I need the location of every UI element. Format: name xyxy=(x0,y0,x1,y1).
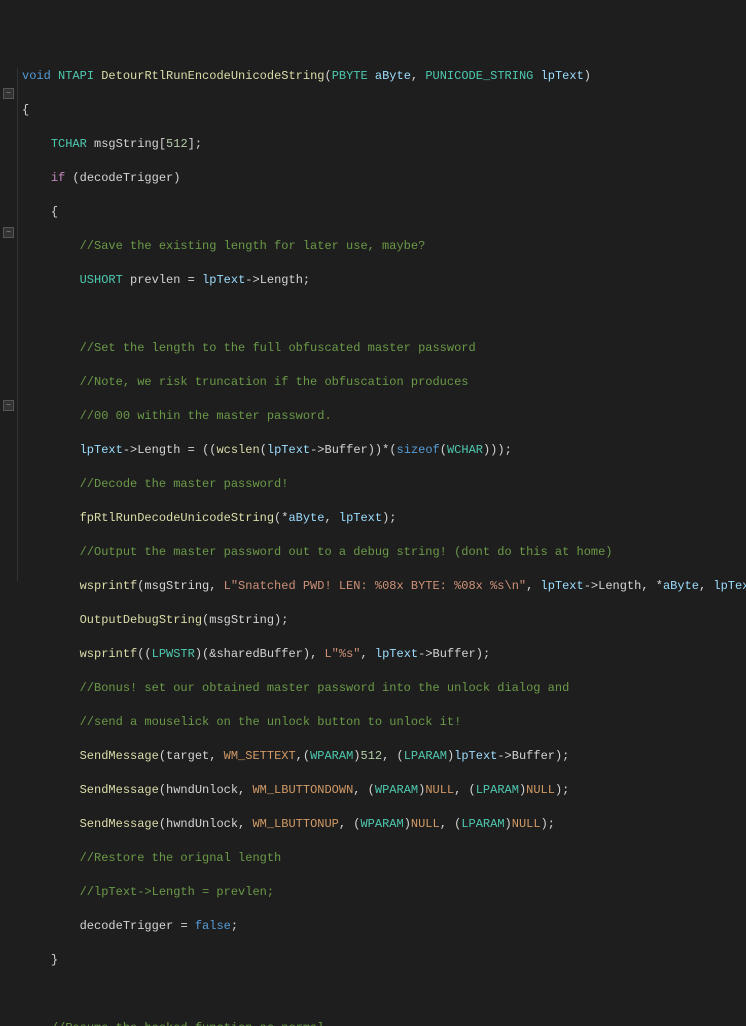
code-line: if (decodeTrigger) xyxy=(22,170,746,187)
comment: //Note, we risk truncation if the obfusc… xyxy=(80,375,469,389)
code-line: USHORT prevlen = lpText->Length; xyxy=(22,272,746,289)
code-line: TCHAR msgString[512]; xyxy=(22,136,746,153)
code-line: wsprintf((LPWSTR)(&sharedBuffer), L"%s",… xyxy=(22,646,746,663)
code-line: //send a mouselick on the unlock button … xyxy=(22,714,746,731)
keyword: if xyxy=(51,171,65,185)
code-line: SendMessage(hwndUnlock, WM_LBUTTONUP, (W… xyxy=(22,816,746,833)
code-line: //Output the master password out to a de… xyxy=(22,544,746,561)
code-line: OutputDebugString(msgString); xyxy=(22,612,746,629)
type: PUNICODE_STRING xyxy=(425,69,533,83)
param: lpText xyxy=(541,69,584,83)
type: USHORT xyxy=(80,273,123,287)
code-editor: − − − void NTAPI DetourRtlRunEncodeUnico… xyxy=(0,68,746,581)
code-line: { xyxy=(22,102,746,119)
comment: //Restore the orignal length xyxy=(80,851,282,865)
comment: //Resume the hooked function as normal xyxy=(51,1021,325,1026)
comment: //lpText->Length = prevlen; xyxy=(80,885,274,899)
code-line: wsprintf(msgString, L"Snatched PWD! LEN:… xyxy=(22,578,746,595)
fold-gutter: − − − xyxy=(0,68,18,581)
comment: //Output the master password out to a de… xyxy=(80,545,613,559)
code-line: //Bonus! set our obtained master passwor… xyxy=(22,680,746,697)
code-line: { xyxy=(22,204,746,221)
code-line: //00 00 within the master password. xyxy=(22,408,746,425)
code-line: //Save the existing length for later use… xyxy=(22,238,746,255)
comment: //Bonus! set our obtained master passwor… xyxy=(80,681,570,695)
code-line xyxy=(22,306,746,323)
code-line: //lpText->Length = prevlen; xyxy=(22,884,746,901)
code-line: lpText->Length = ((wcslen(lpText->Buffer… xyxy=(22,442,746,459)
param: aByte xyxy=(375,69,411,83)
comment: //00 00 within the master password. xyxy=(80,409,332,423)
type: NTAPI xyxy=(58,69,94,83)
function-name: DetourRtlRunEncodeUnicodeString xyxy=(101,69,324,83)
type: TCHAR xyxy=(51,137,87,151)
fold-marker[interactable]: − xyxy=(3,227,14,238)
code-line: //Set the length to the full obfuscated … xyxy=(22,340,746,357)
comment: //Decode the master password! xyxy=(80,477,289,491)
comment: //send a mouselick on the unlock button … xyxy=(80,715,462,729)
code-line: decodeTrigger = false; xyxy=(22,918,746,935)
keyword: void xyxy=(22,69,51,83)
code-line: //Note, we risk truncation if the obfusc… xyxy=(22,374,746,391)
code-line: //Resume the hooked function as normal xyxy=(22,1020,746,1026)
code-line: //Decode the master password! xyxy=(22,476,746,493)
code-line xyxy=(22,986,746,1003)
fold-marker[interactable]: − xyxy=(3,400,14,411)
code-line: //Restore the orignal length xyxy=(22,850,746,867)
code-line: } xyxy=(22,952,746,969)
comment: //Set the length to the full obfuscated … xyxy=(80,341,476,355)
code-line: SendMessage(target, WM_SETTEXT,(WPARAM)5… xyxy=(22,748,746,765)
code-line: void NTAPI DetourRtlRunEncodeUnicodeStri… xyxy=(22,68,746,85)
code-line: SendMessage(hwndUnlock, WM_LBUTTONDOWN, … xyxy=(22,782,746,799)
code-area[interactable]: void NTAPI DetourRtlRunEncodeUnicodeStri… xyxy=(18,68,746,581)
type: PBYTE xyxy=(332,69,368,83)
fold-marker[interactable]: − xyxy=(3,88,14,99)
comment: //Save the existing length for later use… xyxy=(80,239,426,253)
